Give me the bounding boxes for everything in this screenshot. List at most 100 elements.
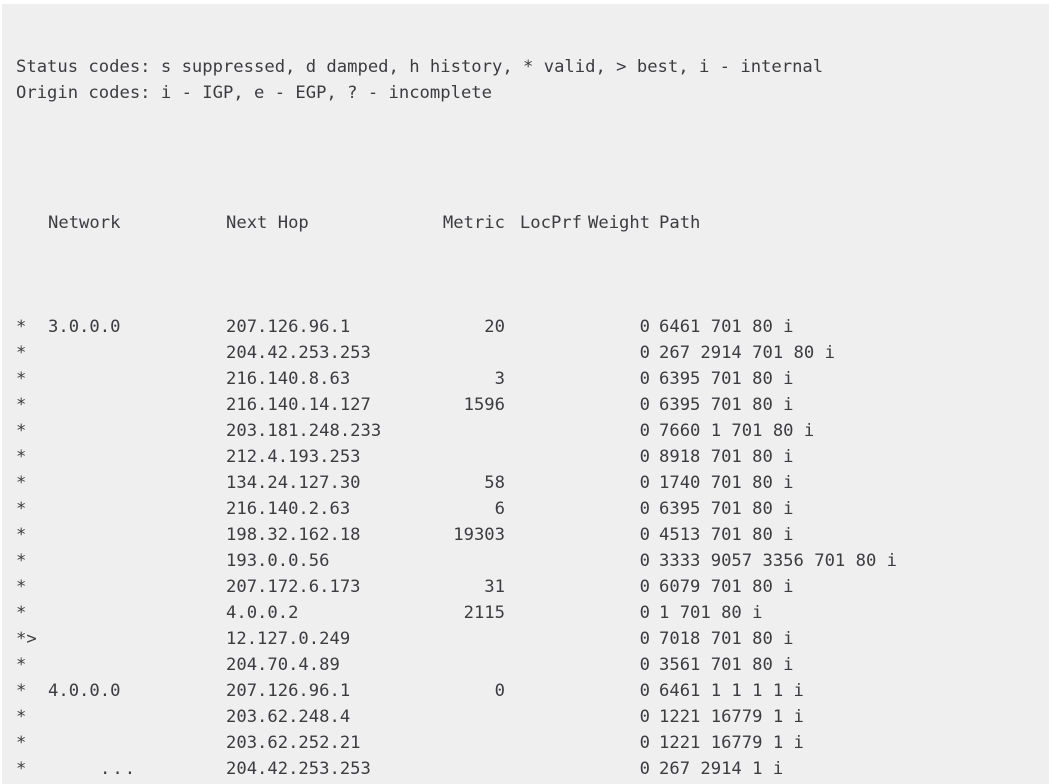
cell-weight: 0 bbox=[639, 343, 650, 363]
table-row: * 4.0.0.0 207.126.96.1 0 0 6461 1 1 1 1 i bbox=[2, 678, 1049, 704]
cell-path: 1221 16779 1 i bbox=[659, 733, 804, 753]
cell-weight: 0 bbox=[639, 551, 650, 571]
cell-path: 3561 701 80 i bbox=[659, 655, 794, 675]
cell-path: 6461 701 80 i bbox=[659, 317, 794, 337]
bgp-routing-table: Network Next Hop Metric LocPrf Weight Pa… bbox=[2, 132, 1049, 784]
table-row: * 204.42.253.253 0 267 2914 1 i bbox=[2, 756, 1049, 782]
cell-path: 7660 1 701 80 i bbox=[659, 421, 815, 441]
cell-next-hop: 207.126.96.1 bbox=[226, 681, 351, 701]
table-header-row: Network Next Hop Metric LocPrf Weight Pa… bbox=[2, 210, 1049, 236]
cell-weight: 0 bbox=[639, 525, 650, 545]
table-row: * 193.0.0.56 0 3333 9057 3356 701 80 i bbox=[2, 548, 1049, 574]
table-row: * 204.42.253.253 0 267 2914 701 80 i bbox=[2, 340, 1049, 366]
table-row: * 207.172.6.173 31 0 6079 701 80 i bbox=[2, 574, 1049, 600]
cell-metric: 6 bbox=[494, 499, 505, 519]
table-body: * 3.0.0.0 207.126.96.1 20 0 6461 701 80 i * 204… bbox=[2, 314, 1049, 784]
cell-status: * bbox=[16, 421, 27, 441]
table-row: * 203.62.252.21 0 1221 16779 1 i bbox=[2, 730, 1049, 756]
cell-status: * bbox=[16, 369, 27, 389]
cell-next-hop: 198.32.162.18 bbox=[226, 525, 361, 545]
cell-weight: 0 bbox=[639, 421, 650, 441]
cell-weight: 0 bbox=[639, 369, 650, 389]
cell-metric: 2115 bbox=[463, 603, 505, 623]
cell-next-hop: 207.172.6.173 bbox=[226, 577, 361, 597]
cell-weight: 0 bbox=[639, 473, 650, 493]
cell-metric: 0 bbox=[494, 681, 505, 701]
table-row: * 134.24.127.30 58 0 1740 701 80 i bbox=[2, 470, 1049, 496]
cell-next-hop: 216.140.8.63 bbox=[226, 369, 351, 389]
cell-path: 7018 701 80 i bbox=[659, 629, 794, 649]
table-row: * 216.140.14.127 1596 0 6395 701 80 i bbox=[2, 392, 1049, 418]
column-header-next-hop: Next Hop bbox=[226, 213, 309, 233]
cell-path: 267 2914 1 i bbox=[659, 759, 784, 779]
cell-status: *> bbox=[16, 629, 37, 649]
cell-next-hop: 203.62.252.21 bbox=[226, 733, 361, 753]
cell-status: * bbox=[16, 577, 27, 597]
cell-metric: 1596 bbox=[463, 395, 505, 415]
cell-next-hop: 204.70.4.89 bbox=[226, 655, 340, 675]
cell-status: * bbox=[16, 525, 27, 545]
cell-path: 8918 701 80 i bbox=[659, 447, 794, 467]
cell-status: * bbox=[16, 317, 27, 337]
cell-status: * bbox=[16, 343, 27, 363]
cell-weight: 0 bbox=[639, 681, 650, 701]
cell-next-hop: 216.140.14.127 bbox=[226, 395, 371, 415]
column-header-network: Network bbox=[48, 213, 121, 233]
cell-weight: 0 bbox=[639, 499, 650, 519]
cell-path: 6461 1 1 1 1 i bbox=[659, 681, 804, 701]
cell-next-hop: 212.4.193.253 bbox=[226, 447, 361, 467]
cell-status: * bbox=[16, 759, 27, 779]
cell-network: 4.0.0.0 bbox=[48, 681, 121, 701]
cell-path: 1 701 80 i bbox=[659, 603, 763, 623]
origin-codes-legend: Origin codes: i - IGP, e - EGP, ? - inco… bbox=[16, 83, 492, 103]
cell-next-hop: 204.42.253.253 bbox=[226, 759, 371, 779]
table-row: * 212.4.193.253 0 8918 701 80 i bbox=[2, 444, 1049, 470]
cell-status: * bbox=[16, 655, 27, 675]
cell-weight: 0 bbox=[639, 395, 650, 415]
cell-metric: 20 bbox=[484, 317, 505, 337]
column-header-locprf: LocPrf bbox=[519, 213, 582, 233]
cell-status: * bbox=[16, 395, 27, 415]
cell-path: 1221 16779 1 i bbox=[659, 707, 804, 727]
column-header-weight: Weight bbox=[588, 213, 651, 233]
cell-next-hop: 203.62.248.4 bbox=[226, 707, 351, 727]
cell-weight: 0 bbox=[639, 733, 650, 753]
cell-path: 6079 701 80 i bbox=[659, 577, 794, 597]
cell-path: 6395 701 80 i bbox=[659, 499, 794, 519]
cell-path: 267 2914 701 80 i bbox=[659, 343, 835, 363]
cell-metric: 3 bbox=[494, 369, 505, 389]
cell-weight: 0 bbox=[639, 577, 650, 597]
table-row: * 204.70.4.89 0 3561 701 80 i bbox=[2, 652, 1049, 678]
cell-next-hop: 193.0.0.56 bbox=[226, 551, 330, 571]
truncation-ellipsis: ... bbox=[100, 759, 138, 779]
cell-metric: 31 bbox=[484, 577, 505, 597]
cell-weight: 0 bbox=[639, 759, 650, 779]
table-row: *> 12.127.0.249 0 7018 701 80 i bbox=[2, 626, 1049, 652]
cell-status: * bbox=[16, 603, 27, 623]
cell-path: 6395 701 80 i bbox=[659, 369, 794, 389]
cell-weight: 0 bbox=[639, 447, 650, 467]
cell-metric: 19303 bbox=[453, 525, 505, 545]
cell-path: 3333 9057 3356 701 80 i bbox=[659, 551, 897, 571]
cell-next-hop: 134.24.127.30 bbox=[226, 473, 361, 493]
cell-next-hop: 4.0.0.2 bbox=[226, 603, 299, 623]
table-row: * 198.32.162.18 19303 0 4513 701 80 i bbox=[2, 522, 1049, 548]
terminal-output: Status codes: s suppressed, d damped, h … bbox=[2, 4, 1049, 784]
column-header-metric: Metric bbox=[442, 213, 505, 233]
cell-status: * bbox=[16, 733, 27, 753]
status-codes-legend: Status codes: s suppressed, d damped, h … bbox=[16, 57, 824, 77]
cell-path: 6395 701 80 i bbox=[659, 395, 794, 415]
cell-status: * bbox=[16, 499, 27, 519]
cell-weight: 0 bbox=[639, 317, 650, 337]
cell-status: * bbox=[16, 447, 27, 467]
column-header-path: Path bbox=[659, 213, 701, 233]
cell-weight: 0 bbox=[639, 707, 650, 727]
cell-next-hop: 204.42.253.253 bbox=[226, 343, 371, 363]
cell-next-hop: 203.181.248.233 bbox=[226, 421, 382, 441]
cell-network: 3.0.0.0 bbox=[48, 317, 121, 337]
cell-path: 4513 701 80 i bbox=[659, 525, 794, 545]
cell-weight: 0 bbox=[639, 629, 650, 649]
cell-path: 1740 701 80 i bbox=[659, 473, 794, 493]
cell-weight: 0 bbox=[639, 603, 650, 623]
cell-next-hop: 216.140.2.63 bbox=[226, 499, 351, 519]
